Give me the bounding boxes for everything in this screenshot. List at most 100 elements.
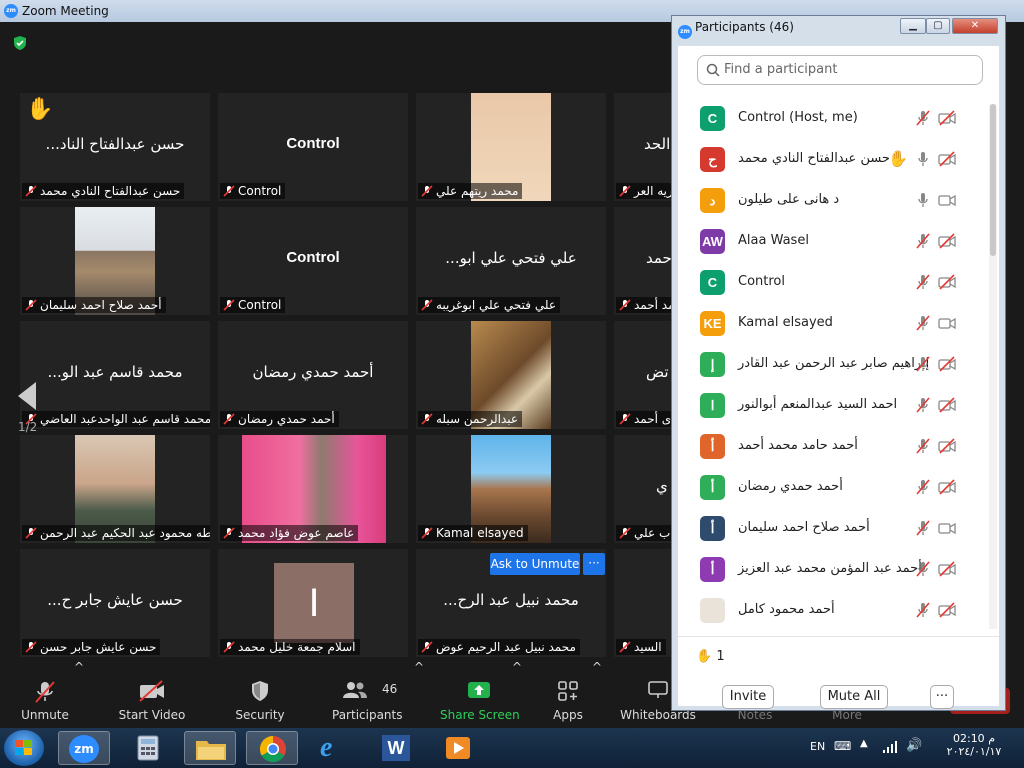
mute-all-button[interactable]: Mute All: [820, 685, 888, 709]
tile-label: Kamal elsayed: [418, 525, 528, 541]
unmute-button[interactable]: Unmute: [14, 660, 76, 728]
video-tile[interactable]: ي ب علي: [614, 435, 674, 543]
minimize-button[interactable]: ▁: [900, 18, 926, 34]
taskbar-zoom[interactable]: zm: [58, 731, 110, 765]
maximize-button[interactable]: ▢: [926, 18, 950, 34]
participant-list-scrollbar[interactable]: [989, 104, 997, 629]
muted-mic-icon[interactable]: [914, 438, 932, 454]
muted-mic-icon[interactable]: [914, 274, 932, 290]
video-tile[interactable]: الحد ريه العر: [614, 93, 674, 201]
video-tile[interactable]: عبدالرحمن سبله: [416, 321, 606, 429]
previous-page-icon[interactable]: [18, 382, 36, 410]
video-tile[interactable]: تض ى أحمد: [614, 321, 674, 429]
video-icon[interactable]: [938, 315, 956, 331]
media-player-icon: [446, 737, 470, 759]
video-off-icon[interactable]: [938, 561, 956, 577]
participant-search-input[interactable]: Find a participant: [697, 55, 983, 85]
apps-button[interactable]: Apps: [546, 660, 590, 728]
video-icon[interactable]: [938, 520, 956, 536]
participant-row[interactable]: KE Kamal elsayed: [678, 303, 988, 344]
video-tile[interactable]: عاصم عوض فؤاد محمد: [218, 435, 408, 543]
muted-mic-icon[interactable]: [914, 520, 932, 536]
network-signal-icon[interactable]: [882, 740, 898, 754]
participants-button[interactable]: 46 Participants: [332, 660, 403, 728]
video-tile[interactable]: طه محمود عبد الحكيم عبد الرحمن: [20, 435, 210, 543]
video-tile[interactable]: I اسلام جمعة خليل محمد: [218, 549, 408, 657]
participant-row[interactable]: C Control (Host, me): [678, 98, 988, 139]
video-off-icon[interactable]: [938, 110, 956, 126]
participant-row[interactable]: C Control: [678, 262, 988, 303]
start-button[interactable]: [4, 730, 44, 766]
participant-row[interactable]: إ إبراهيم صابر عبد الرحمن عبد القادر: [678, 344, 988, 385]
video-tile[interactable]: ✋ ...حسن عبدالفتاح الناد حسن عبدالفتاح ا…: [20, 93, 210, 201]
security-button[interactable]: Security: [232, 660, 288, 728]
participant-row[interactable]: أ أحمد صلاح احمد سليمان: [678, 508, 988, 549]
participant-row[interactable]: أحمد محمود كامل: [678, 590, 988, 631]
participant-row[interactable]: AW Alaa Wasel: [678, 221, 988, 262]
video-tile[interactable]: أحمد صلاح احمد سليمان: [20, 207, 210, 315]
video-tile[interactable]: ...حسن عايش جابر ح حسن عايش جابر حسن: [20, 549, 210, 657]
close-button[interactable]: ✕: [952, 18, 998, 34]
participant-avatar: د: [700, 188, 725, 213]
ask-to-unmute-button[interactable]: Ask to Unmute: [490, 553, 580, 575]
gallery-pager[interactable]: 1/2: [18, 382, 37, 434]
panel-more-button[interactable]: ···: [930, 685, 954, 709]
taskbar-media-player[interactable]: [432, 731, 484, 765]
muted-mic-icon[interactable]: [914, 602, 932, 618]
video-tile[interactable]: حمد حمد أحمد: [614, 207, 674, 315]
encryption-shield-icon[interactable]: [12, 35, 28, 51]
participant-row[interactable]: أ أحمد حمدي رمضان: [678, 467, 988, 508]
participants-options-caret[interactable]: ^: [414, 660, 424, 728]
taskbar-explorer[interactable]: [184, 731, 236, 765]
audio-options-caret[interactable]: ^: [74, 660, 84, 728]
muted-mic-icon[interactable]: [914, 397, 932, 413]
video-tile[interactable]: أحمد حمدي رمضان أحمد حمدي رمضان: [218, 321, 408, 429]
muted-mic-icon[interactable]: [914, 315, 932, 331]
video-tile[interactable]: ...محمد قاسم عبد الو محمد قاسم عبد الواح…: [20, 321, 210, 429]
muted-mic-icon[interactable]: [914, 356, 932, 372]
video-off-icon[interactable]: [938, 151, 956, 167]
invite-button[interactable]: Invite: [722, 685, 774, 709]
tile-more-button[interactable]: ···: [583, 553, 605, 575]
clock[interactable]: 02:10 م ٢٠٢٤/٠١/١٧: [946, 732, 1002, 758]
video-off-icon[interactable]: [938, 356, 956, 372]
scrollbar-thumb[interactable]: [990, 104, 996, 256]
apps-options-caret[interactable]: ^: [592, 660, 602, 728]
video-icon[interactable]: [938, 192, 956, 208]
participant-row[interactable]: د د هانى على طيلون: [678, 180, 988, 221]
video-tile[interactable]: السيد: [614, 549, 674, 657]
video-off-icon[interactable]: [938, 274, 956, 290]
video-off-icon[interactable]: [938, 233, 956, 249]
participant-row[interactable]: ا احمد السيد عبدالمنعم أبوالنور: [678, 385, 988, 426]
show-hidden-icons-icon[interactable]: ▲: [860, 738, 868, 749]
video-tile[interactable]: Control Control: [218, 207, 408, 315]
language-indicator[interactable]: EN: [810, 740, 825, 753]
taskbar-chrome[interactable]: [246, 731, 298, 765]
taskbar-calculator[interactable]: [122, 731, 174, 765]
volume-icon[interactable]: 🔊: [906, 738, 922, 753]
video-tile[interactable]: Control Control: [218, 93, 408, 201]
tile-label: محمد نبيل عبد الرحيم عوض: [418, 639, 580, 655]
video-off-icon[interactable]: [938, 602, 956, 618]
video-tile[interactable]: محمد ريتهم علي: [416, 93, 606, 201]
mic-icon[interactable]: [914, 151, 932, 167]
muted-mic-icon[interactable]: [914, 561, 932, 577]
share-screen-button[interactable]: Share Screen: [440, 660, 520, 728]
keyboard-icon[interactable]: ⌨: [834, 739, 851, 753]
participant-row[interactable]: ح حسن عبدالفتاح النادي محمد ✋: [678, 139, 988, 180]
participant-row[interactable]: أ أحمد عبد المؤمن محمد عبد العزيز: [678, 549, 988, 590]
mic-icon[interactable]: [914, 192, 932, 208]
video-off-icon[interactable]: [938, 479, 956, 495]
taskbar-word[interactable]: W: [370, 731, 422, 765]
video-tile[interactable]: Kamal elsayed: [416, 435, 606, 543]
video-tile[interactable]: ...علي فتحي علي ابو علي فتحي علي ابوغريب…: [416, 207, 606, 315]
participant-row[interactable]: أ أحمد حامد محمد أحمد: [678, 426, 988, 467]
muted-mic-icon[interactable]: [914, 233, 932, 249]
video-off-icon[interactable]: [938, 438, 956, 454]
taskbar-internet-explorer[interactable]: e: [308, 731, 360, 765]
start-video-button[interactable]: Start Video: [104, 660, 200, 728]
muted-mic-icon[interactable]: [914, 110, 932, 126]
muted-mic-icon[interactable]: [914, 479, 932, 495]
share-options-caret[interactable]: ^: [512, 660, 522, 728]
video-off-icon[interactable]: [938, 397, 956, 413]
